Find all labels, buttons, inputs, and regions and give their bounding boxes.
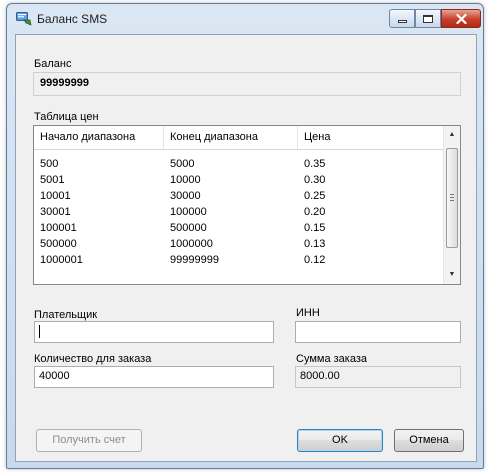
cell-range-end: 10000 — [170, 174, 201, 186]
window-title: Баланс SMS — [37, 12, 108, 26]
price-table[interactable]: Начало диапазона Конец диапазона Цена 50… — [33, 125, 461, 285]
quantity-label: Количество для заказа — [34, 353, 152, 365]
balance-label: Баланс — [34, 58, 72, 70]
cell-price: 0.15 — [304, 222, 326, 234]
inn-label: ИНН — [296, 307, 320, 319]
grip-icon — [450, 197, 454, 198]
price-table-scrollbar[interactable]: ▲ ▼ — [443, 126, 460, 284]
ok-button[interactable]: OK — [297, 429, 383, 452]
scroll-thumb[interactable] — [446, 148, 458, 248]
table-row[interactable]: 500 5000 0.35 — [34, 156, 444, 172]
minimize-icon — [397, 20, 407, 23]
price-table-header: Начало диапазона Конец диапазона Цена — [34, 126, 444, 150]
table-row[interactable]: 30001 100000 0.20 — [34, 204, 444, 220]
scroll-up-arrow-icon[interactable]: ▲ — [444, 126, 460, 143]
text-caret — [39, 325, 40, 338]
cell-range-start: 10001 — [40, 190, 71, 202]
table-row[interactable]: 1000001 99999999 0.12 — [34, 252, 444, 268]
cell-range-end: 5000 — [170, 158, 195, 170]
cell-range-start: 30001 — [40, 206, 71, 218]
title-bar[interactable]: Баланс SMS — [7, 4, 483, 34]
cell-range-start: 500000 — [40, 238, 77, 250]
cancel-button[interactable]: Отмена — [394, 429, 464, 452]
cell-range-start: 1000001 — [40, 254, 83, 266]
grip-icon — [450, 200, 454, 201]
cell-range-start: 5001 — [40, 174, 65, 186]
payer-input[interactable] — [34, 321, 274, 343]
price-table-label: Таблица цен — [34, 111, 99, 123]
inn-input[interactable] — [295, 321, 461, 343]
balance-value: 99999999 — [33, 72, 461, 96]
column-header-price[interactable]: Цена — [298, 126, 444, 149]
order-sum-value: 8000.00 — [295, 366, 461, 388]
maximize-icon — [423, 14, 433, 23]
cell-price: 0.35 — [304, 158, 326, 170]
cell-price: 0.30 — [304, 174, 326, 186]
cell-price: 0.20 — [304, 206, 326, 218]
table-row[interactable]: 100001 500000 0.15 — [34, 220, 444, 236]
grip-icon — [450, 194, 454, 195]
column-header-range-start[interactable]: Начало диапазона — [34, 126, 164, 149]
cell-range-end: 99999999 — [170, 254, 219, 266]
cell-price: 0.13 — [304, 238, 326, 250]
minimize-button[interactable] — [389, 9, 415, 28]
table-row[interactable]: 500000 1000000 0.13 — [34, 236, 444, 252]
cell-price: 0.12 — [304, 254, 326, 266]
get-invoice-button[interactable]: Получить счет — [36, 429, 142, 452]
dialog-window: Баланс SMS Баланс 99999999 Таблица цен Н… — [6, 3, 484, 469]
column-header-range-end[interactable]: Конец диапазона — [164, 126, 298, 149]
table-row[interactable]: 5001 10000 0.30 — [34, 172, 444, 188]
cell-range-end: 30000 — [170, 190, 201, 202]
cell-range-start: 100001 — [40, 222, 77, 234]
cell-range-end: 100000 — [170, 206, 207, 218]
cell-range-start: 500 — [40, 158, 59, 170]
close-button[interactable] — [441, 9, 481, 28]
cell-range-end: 1000000 — [170, 238, 213, 250]
cell-price: 0.25 — [304, 190, 326, 202]
payer-label: Плательщик — [34, 309, 98, 321]
close-icon — [455, 13, 467, 24]
sms-balance-icon — [16, 12, 32, 26]
order-sum-label: Сумма заказа — [296, 353, 367, 365]
maximize-button[interactable] — [415, 9, 441, 28]
scroll-down-arrow-icon[interactable]: ▼ — [444, 266, 460, 283]
quantity-input[interactable]: 40000 — [34, 366, 274, 388]
table-row[interactable]: 10001 30000 0.25 — [34, 188, 444, 204]
dialog-client-area: Баланс 99999999 Таблица цен Начало диапа… — [15, 34, 477, 462]
cell-range-end: 500000 — [170, 222, 207, 234]
